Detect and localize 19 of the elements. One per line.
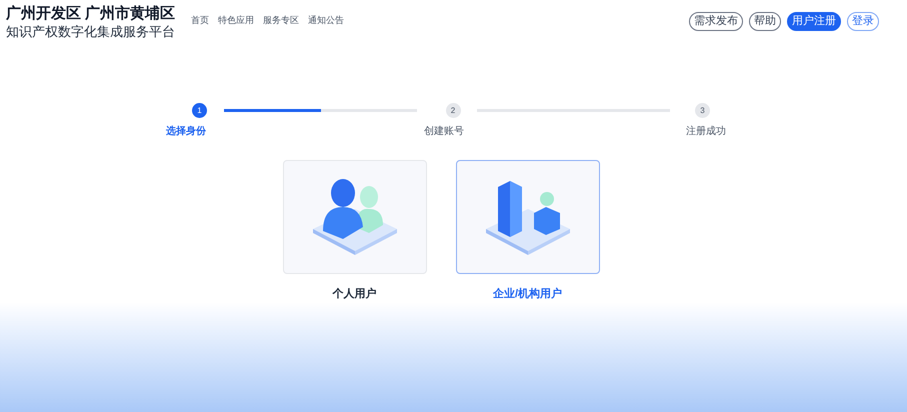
step-label: 创建账号 [424,124,464,139]
step-label: 选择身份 [166,124,206,139]
nav-link[interactable]: 服务专区 [263,14,300,28]
nav-link[interactable]: 通知公告 [308,14,344,28]
nav-link[interactable]: 特色应用 [218,14,254,28]
user-type-label: 企业/机构用户 [492,286,562,302]
site-title: 广州开发区 广州市黄埔区 [6,4,176,23]
step-label: 注册成功 [686,124,726,139]
nav-link[interactable]: 首页 [191,14,210,28]
user-type-card[interactable] [456,160,600,274]
step-number: 1 [192,103,207,118]
step-number: 2 [446,103,460,118]
header-button[interactable]: 登录 [847,12,879,31]
user-type-label: 个人用户 [332,286,376,302]
site-subtitle: 知识产权数字化集成服务平台 [6,23,176,41]
header-button[interactable]: 需求发布 [689,12,743,31]
step-number: 3 [695,103,710,118]
header-button[interactable]: 用户注册 [787,12,841,31]
header-button[interactable]: 帮助 [749,12,781,31]
